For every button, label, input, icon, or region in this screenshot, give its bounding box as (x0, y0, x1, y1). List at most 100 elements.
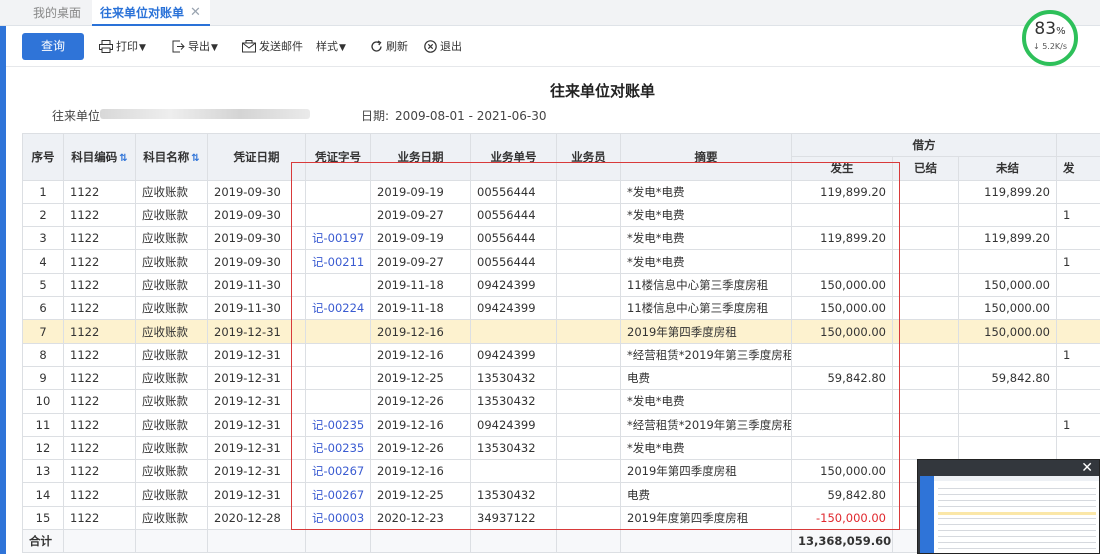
cell-next (1056, 389, 1100, 414)
table-row[interactable]: 5 1122 应收账款 2019-11-30 2019-11-18 09424399 11楼… (22, 272, 1100, 298)
printer-icon (99, 40, 113, 53)
cell-settled (892, 249, 959, 274)
cell-summary: 2019年第四季度房租 (620, 319, 792, 344)
cell-occur: -150,000.00 (791, 505, 893, 531)
table-row[interactable]: 11 1122 应收账款 2019-12-31 记-00235 2019-12-16 094… (22, 412, 1100, 437)
table-row[interactable]: 1 1122 应收账款 2019-09-30 2019-09-19 00556444 *发电… (22, 179, 1100, 204)
table-row[interactable]: 3 1122 应收账款 2019-09-30 记-00197 2019-09-19 0055… (22, 226, 1100, 251)
cell-voucher-date: 2019-09-30 (207, 179, 306, 204)
query-button[interactable]: 查询 (22, 33, 84, 60)
cell-biz-date: 2019-11-18 (370, 272, 471, 298)
col-clerk: 业务员 (556, 133, 621, 181)
cell-code: 1122 (63, 459, 136, 484)
cell-occur (791, 249, 893, 274)
table-row[interactable]: 7 1122 应收账款 2019-12-31 2019-12-16 2019年第四季度房租… (22, 319, 1100, 344)
cell-seq: 11 (22, 412, 64, 437)
table-row[interactable]: 8 1122 应收账款 2019-12-31 2019-12-16 09424399 *经营… (22, 342, 1100, 367)
cell-name: 应收账款 (135, 179, 208, 204)
cell-name: 应收账款 (135, 505, 208, 531)
cell-clerk (556, 389, 621, 414)
col-unsettled: 未结 (958, 156, 1057, 181)
cell-voucher-no[interactable]: 记-00235 (305, 412, 371, 437)
cell-name: 应收账款 (135, 319, 208, 344)
cell-summary: *发电*电费 (620, 249, 792, 274)
cell-voucher-no[interactable]: 记-00197 (305, 226, 371, 251)
cell-biz-no: 09424399 (470, 342, 557, 367)
cell-summary: *发电*电费 (620, 389, 792, 414)
network-rate: ↓ 5.2K/s (1032, 42, 1068, 51)
cell-occur: 150,000.00 (791, 319, 893, 344)
cell-seq: 6 (22, 296, 64, 321)
sort-icon[interactable]: ⇅ (119, 153, 127, 164)
tab-statement[interactable]: 往来单位对账单 ✕ (92, 0, 210, 26)
cell-voucher-date: 2019-11-30 (207, 272, 306, 298)
cell-name: 应收账款 (135, 296, 208, 321)
cell-occur: 119,899.20 (791, 179, 893, 204)
cell-settled (892, 296, 959, 321)
cell-voucher-no[interactable]: 记-00267 (305, 459, 371, 484)
cell-next (1056, 435, 1100, 461)
cell-voucher-date: 2019-12-31 (207, 435, 306, 461)
cell-settled (892, 272, 959, 298)
col-name[interactable]: 科目名称 ⇅ (135, 133, 208, 181)
exit-label: 退出 (440, 40, 462, 53)
cell-occur: 150,000.00 (791, 296, 893, 321)
cell-name: 应收账款 (135, 202, 208, 228)
tab-close-icon[interactable]: ✕ (190, 0, 201, 26)
cell-seq: 14 (22, 482, 64, 507)
table-row[interactable]: 12 1122 应收账款 2019-12-31 记-00235 2019-12-26 135… (22, 435, 1100, 461)
cell-clerk (556, 319, 621, 344)
table-row[interactable]: 10 1122 应收账款 2019-12-31 2019-12-26 13530432 *发… (22, 389, 1100, 414)
table-row[interactable]: 2 1122 应收账款 2019-09-30 2019-09-27 00556444 *发电… (22, 202, 1100, 228)
sort-icon[interactable]: ⇅ (191, 153, 199, 164)
cell-voucher-date: 2019-09-30 (207, 202, 306, 228)
refresh-button[interactable]: 刷新 (370, 27, 408, 67)
table-row[interactable]: 6 1122 应收账款 2019-11-30 记-00224 2019-11-18 0942… (22, 296, 1100, 321)
cell-seq: 4 (22, 249, 64, 274)
cell-clerk (556, 459, 621, 484)
cell-voucher-no[interactable]: 记-00003 (305, 505, 371, 531)
cell-voucher-no[interactable]: 记-00211 (305, 249, 371, 274)
cell-code: 1122 (63, 296, 136, 321)
cell-biz-no: 13530432 (470, 389, 557, 414)
cell-biz-no (470, 319, 557, 344)
close-icon[interactable]: ✕ (1081, 460, 1093, 476)
cell-clerk (556, 482, 621, 507)
print-button[interactable]: 打印▼ (99, 27, 146, 67)
style-button[interactable]: 样式▼ (316, 27, 346, 67)
table-row[interactable]: 4 1122 应收账款 2019-09-30 记-00211 2019-09-27 0055… (22, 249, 1100, 274)
cell-biz-date: 2019-09-19 (370, 179, 471, 204)
tab-statement-label: 往来单位对账单 (100, 6, 185, 20)
cell-biz-date: 2020-12-23 (370, 505, 471, 531)
date-filter: 日期: 2009-08-01 - 2021-06-30 (361, 107, 546, 124)
cell-biz-date: 2019-09-27 (370, 202, 471, 228)
table-row[interactable]: 9 1122 应收账款 2019-12-31 2019-12-25 13530432 电费 5… (22, 365, 1100, 391)
cell-summary: 2019年度第四季度房租 (620, 505, 792, 531)
cell-biz-no: 09424399 (470, 272, 557, 298)
cell-voucher-no[interactable]: 记-00267 (305, 482, 371, 507)
cell-voucher-no[interactable]: 记-00235 (305, 435, 371, 461)
cell-voucher-no[interactable]: 记-00224 (305, 296, 371, 321)
cell-voucher-date: 2019-12-31 (207, 319, 306, 344)
cell-code: 1122 (63, 272, 136, 298)
print-label: 打印 (116, 40, 138, 53)
cell-code: 1122 (63, 435, 136, 461)
cell-biz-no (470, 459, 557, 484)
network-speed-widget[interactable]: 83% ↓ 5.2K/s (1022, 10, 1078, 66)
screenshot-thumbnail[interactable]: ✕ (917, 459, 1100, 554)
cell-seq: 15 (22, 505, 64, 531)
cell-settled (892, 319, 959, 344)
col-biz-date: 业务日期 (370, 133, 471, 181)
cell-settled (892, 179, 959, 204)
tab-home[interactable]: 我的桌面 (33, 0, 81, 26)
cell-next (1056, 226, 1100, 251)
toolbar: 查询 打印▼ 导出▼ 发送邮件 样式▼ 刷新 退出 (6, 27, 1100, 67)
send-email-button[interactable]: 发送邮件 (242, 27, 303, 67)
cell-next (1056, 272, 1100, 298)
cell-code: 1122 (63, 319, 136, 344)
export-button[interactable]: 导出▼ (172, 27, 218, 67)
exit-button[interactable]: 退出 (424, 27, 462, 67)
cell-biz-date: 2019-12-26 (370, 389, 471, 414)
cell-biz-no: 13530432 (470, 482, 557, 507)
col-code[interactable]: 科目编码 ⇅ (63, 133, 136, 181)
